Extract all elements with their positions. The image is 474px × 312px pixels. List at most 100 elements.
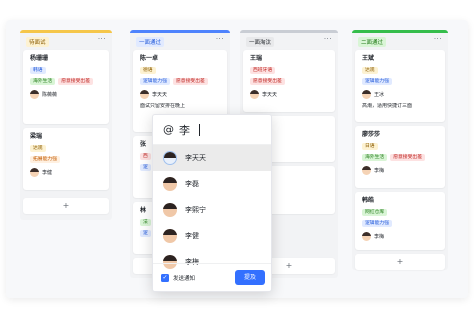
tag: 韩语 [30, 67, 46, 74]
mention-option-name: 李健 [185, 232, 199, 240]
tag-list: 逻辑能力强 愿意接受出差 [140, 78, 220, 85]
candidate-card[interactable]: 杨珊珊 韩语 海外生活 愿意接受出差 陈薇薇 [23, 50, 109, 124]
popup-footer: ✓ 发送通知 提及 [153, 263, 271, 291]
interviewer-name: 李梅 [374, 234, 385, 240]
interviewer-name: 李天天 [262, 92, 278, 98]
column-header: 一面通过 ··· [130, 33, 230, 48]
candidate-name: 杨珊珊 [30, 55, 49, 62]
tag: 愿意接受出差 [390, 154, 425, 161]
mention-option-name: 李天天 [185, 154, 206, 162]
interviewer: 李天天 [250, 90, 328, 99]
at-symbol: @ [163, 123, 174, 136]
candidate-card[interactable]: 王斌 达观 逻辑能力强 王冰 高潮，适用快捷订三面 [355, 50, 445, 122]
tag: 愿意接受出差 [250, 78, 285, 85]
interviewer: 李梅 [362, 232, 438, 241]
mention-option[interactable]: 李熙宁 [153, 197, 271, 223]
column-title: 待面试 [26, 37, 49, 47]
mention-option-name: 李磊 [185, 180, 199, 188]
candidate-card[interactable]: 王瑞 西班牙语 愿意接受出差 李天天 [243, 50, 335, 112]
candidate-card[interactable]: 韩皓 网红仓库 逻辑能力强 李梅 [355, 192, 445, 250]
column-header: 一面淘汰 ··· [240, 33, 338, 48]
more-icon[interactable]: ··· [434, 35, 442, 43]
tag: 网红仓库 [362, 209, 388, 216]
tag: 拓展能力强 [30, 156, 60, 163]
tag-list: 日语 [362, 143, 438, 150]
text-caret [199, 123, 200, 136]
tag: 西班牙语 [250, 67, 276, 74]
mention-submit-button[interactable]: 提及 [235, 270, 265, 285]
avatar [163, 151, 177, 165]
add-card-button[interactable]: + [23, 198, 109, 214]
tag: 达观 [30, 145, 46, 152]
tag: 逻辑能力强 [140, 78, 170, 85]
mention-option[interactable]: 李健 [153, 223, 271, 249]
tag-list: 海外生活 愿意接受出差 [30, 78, 102, 85]
mention-option-name: 李熙宁 [185, 206, 206, 214]
avatar [30, 168, 39, 177]
tag-list: 韩语 [30, 67, 102, 74]
tag: 愿意接受出差 [58, 78, 93, 85]
tag-list: 西班牙语 [250, 67, 328, 74]
tag: 逻 [140, 164, 151, 171]
tag: 日语 [362, 143, 378, 150]
tag-list: 逻辑能力强 [362, 220, 438, 227]
avatar [250, 90, 259, 99]
interviewer: 李天天 [140, 90, 220, 99]
column-title: 二面通过 [358, 37, 387, 47]
tag: 逻辑能力强 [362, 78, 392, 85]
tag: 海外生活 [362, 154, 388, 161]
avatar [163, 203, 177, 217]
mention-query: 李 [179, 123, 190, 137]
tag-list: 逻辑能力强 [362, 78, 438, 85]
add-card-button[interactable]: + [355, 254, 445, 270]
column-title: 一面通过 [136, 37, 165, 47]
mention-input[interactable]: @ 李 [153, 115, 271, 145]
tag-list: 达观 [362, 67, 438, 74]
tag-list: 达观 [30, 145, 102, 152]
avatar [163, 177, 177, 191]
tag-list: 德语 [140, 67, 220, 74]
interviewer-name: 李天天 [152, 92, 168, 98]
tag-list: 海外生活 愿意接受出差 [362, 154, 438, 161]
candidate-name: 梁瑞 [30, 133, 43, 140]
tag: 法 [140, 219, 151, 226]
avatar [362, 90, 371, 99]
tag: 海外生活 [30, 78, 56, 85]
tag-list: 愿意接受出差 [250, 78, 328, 85]
card-note: 面试只留安排在晚上 [140, 103, 186, 109]
candidate-name: 王斌 [362, 55, 375, 62]
interviewer: 王冰 [362, 90, 438, 99]
avatar [140, 90, 149, 99]
column-header: 二面通过 ··· [352, 33, 448, 48]
column-header: 待面试 ··· [20, 33, 112, 48]
candidate-name: 陈一卓 [140, 55, 159, 62]
interviewer-name: 李梅 [374, 168, 385, 174]
tag: 德语 [140, 67, 156, 74]
tag: 逻 [140, 230, 151, 237]
column-title: 一面淘汰 [246, 37, 275, 47]
avatar [163, 229, 177, 243]
avatar [30, 90, 39, 99]
tag: 达观 [362, 67, 378, 74]
candidate-name: 廖莎莎 [362, 131, 381, 138]
notify-checkbox[interactable]: ✓ [161, 273, 169, 282]
more-icon[interactable]: ··· [216, 35, 224, 43]
more-icon[interactable]: ··· [324, 35, 332, 43]
avatar [362, 166, 371, 175]
mention-option[interactable]: 李磊 [153, 171, 271, 197]
interviewer: 陈薇薇 [30, 90, 102, 99]
candidate-card[interactable]: 廖莎莎 日语 海外生活 愿意接受出差 李梅 [355, 126, 445, 188]
notify-label: 发送通知 [173, 275, 196, 282]
candidate-card[interactable]: 梁瑞 达观 拓展能力强 李健 [23, 128, 109, 190]
card-note: 高潮，适用快捷订三面 [362, 103, 413, 109]
interviewer-name: 王冰 [374, 92, 385, 98]
mention-option[interactable]: 李天天 [153, 145, 271, 171]
candidate-name: 王瑞 [250, 55, 263, 62]
column-second-round-passed: 二面通过 ··· 王斌 达观 逻辑能力强 王冰 高潮，适用快捷订三面 廖莎莎 日… [352, 30, 448, 270]
tag: 西 [140, 153, 151, 160]
more-icon[interactable]: ··· [98, 35, 106, 43]
tag-list: 网红仓库 [362, 209, 438, 216]
avatar [362, 232, 371, 241]
column-pending-interview: 待面试 ··· 杨珊珊 韩语 海外生活 愿意接受出差 陈薇薇 梁瑞 达观 拓展能 [20, 30, 112, 220]
tag: 愿意接受出差 [173, 78, 208, 85]
